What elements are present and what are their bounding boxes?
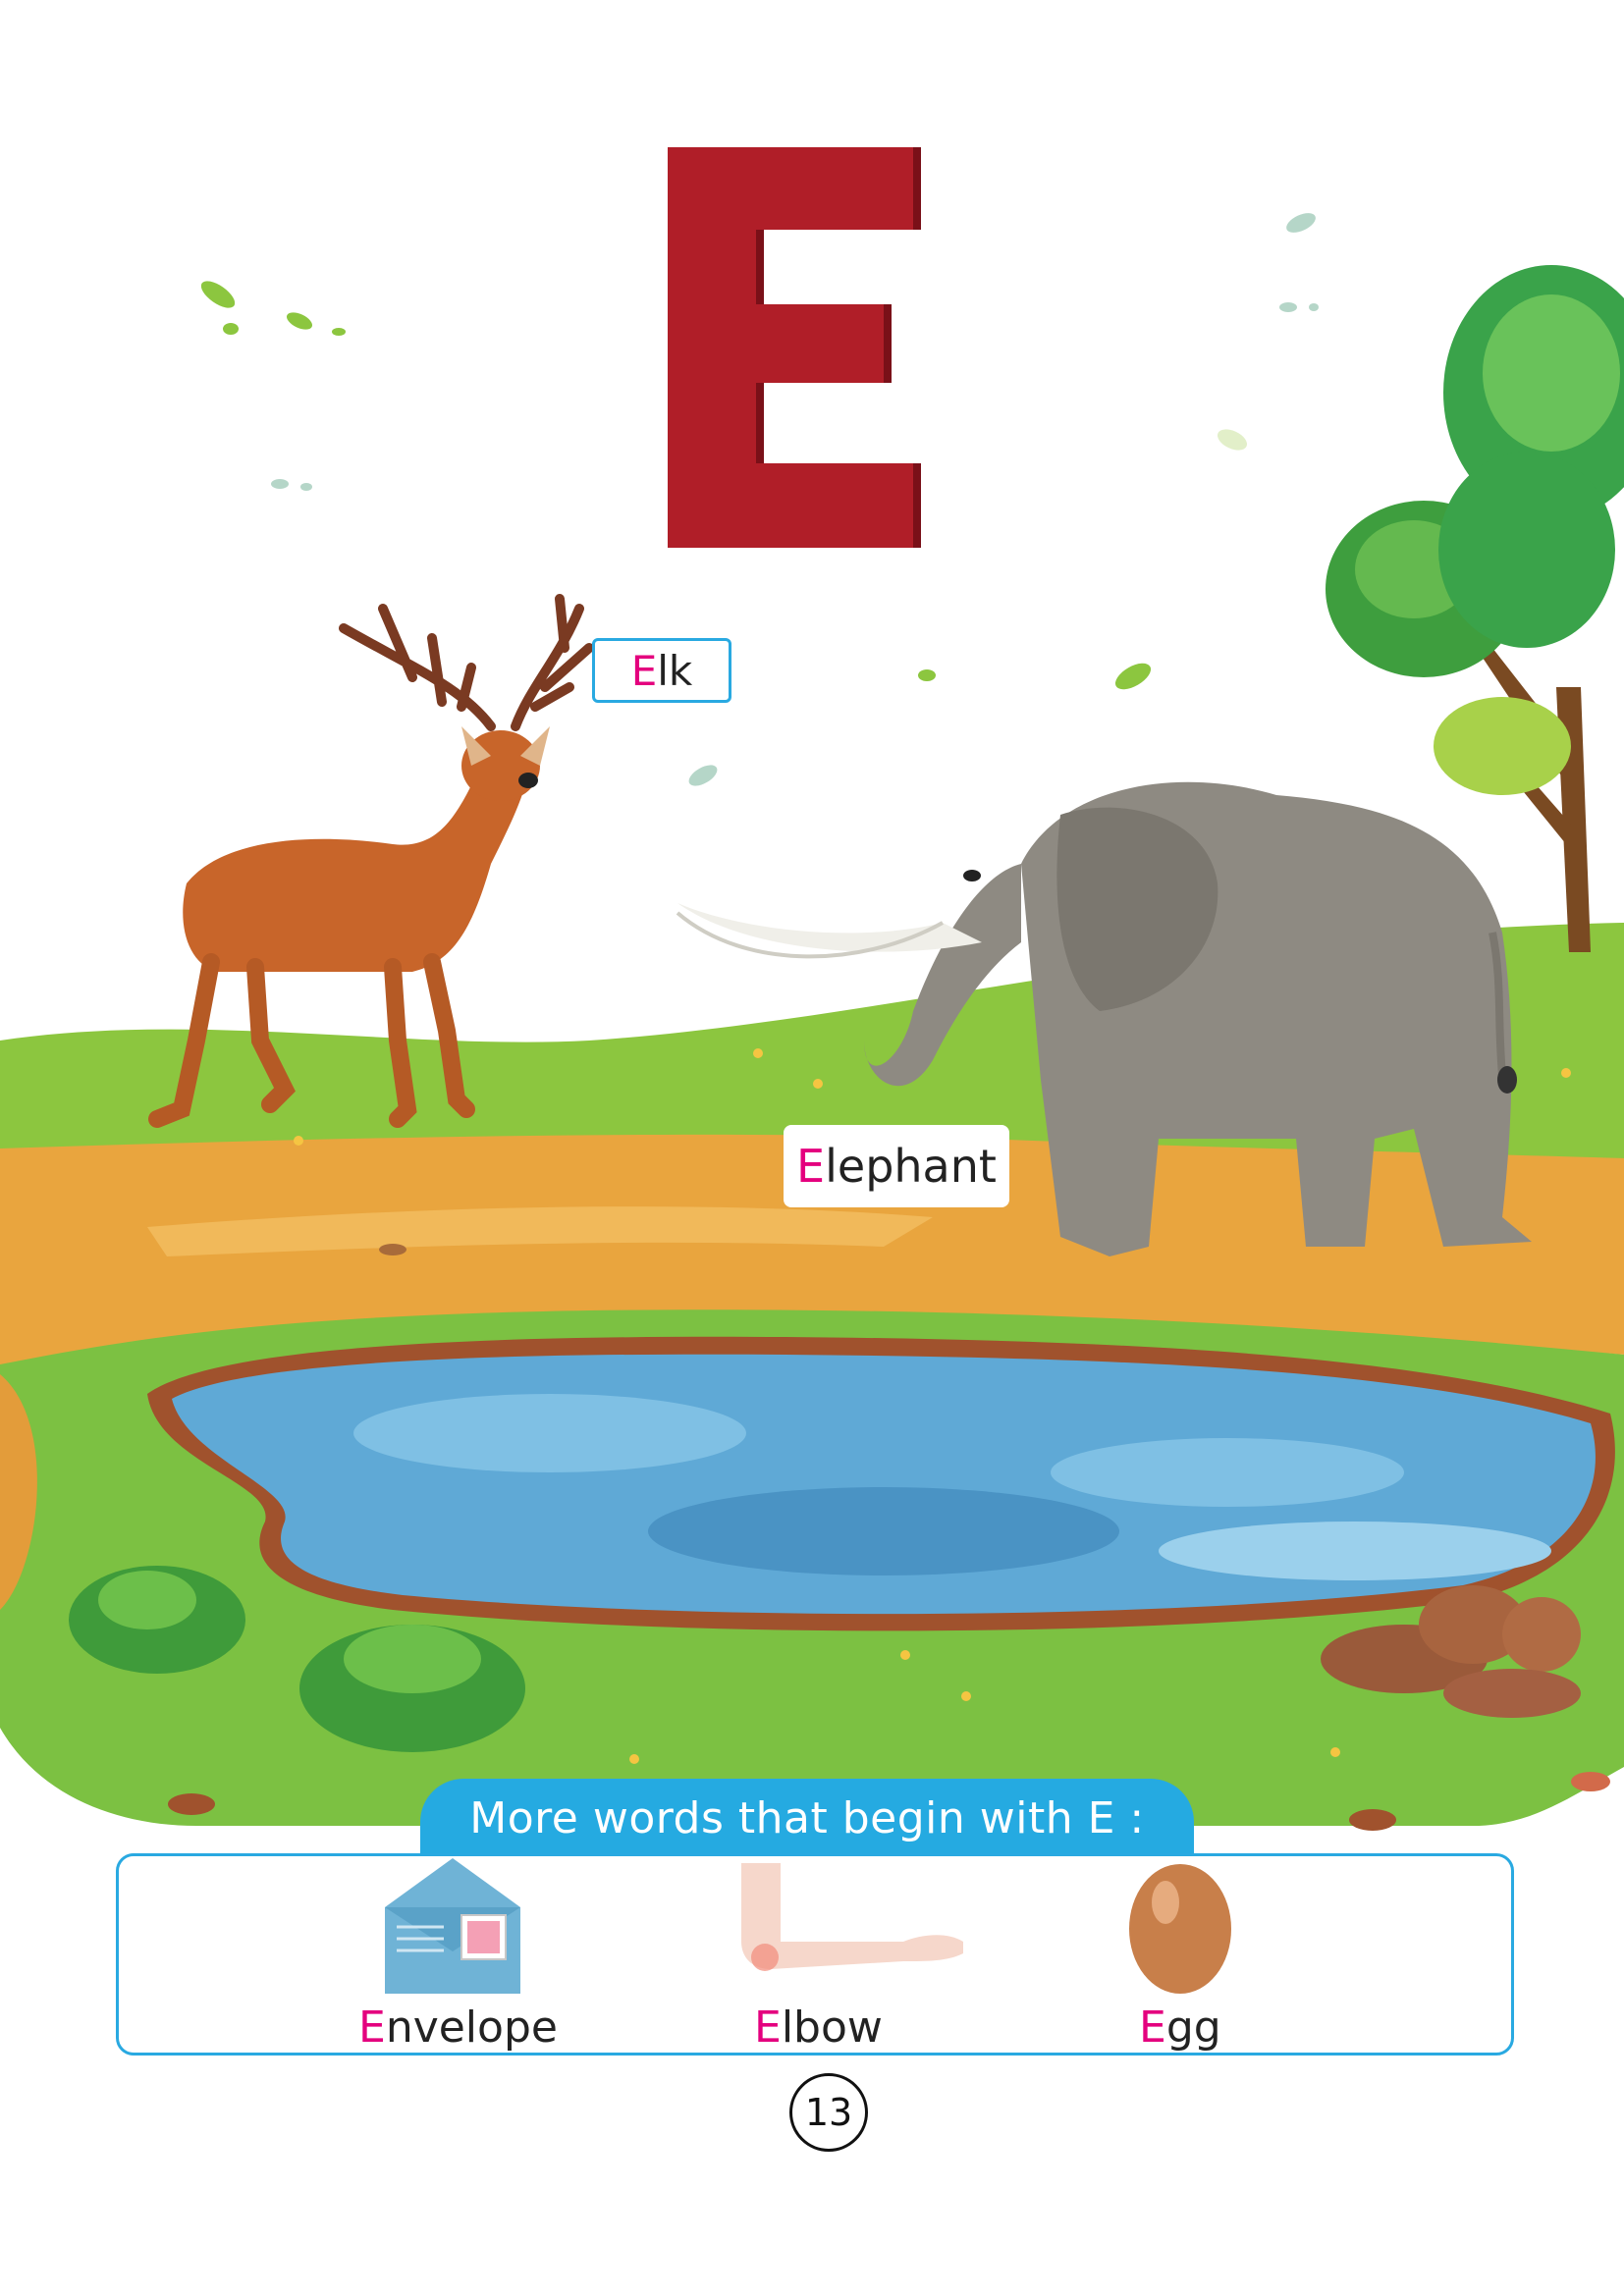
page-number: 13 <box>789 2073 868 2152</box>
tree-canopy-low <box>1434 697 1571 795</box>
word-elbow-first-letter: E <box>754 2002 782 2053</box>
word-elbow-rest: lbow <box>781 2002 883 2053</box>
word-elbow: Elbow <box>754 2002 883 2053</box>
word-egg-rest: gg <box>1165 2002 1221 2053</box>
rock-3 <box>1502 1597 1581 1672</box>
elk-label-rest: lk <box>657 646 693 695</box>
elk-label-first-letter: E <box>630 646 658 695</box>
word-envelope-first-letter: E <box>358 2002 386 2053</box>
elk-label: Elk <box>592 638 731 703</box>
word-envelope-rest: nvelope <box>385 2002 558 2053</box>
tree-canopy-mid <box>1438 452 1615 648</box>
elephant-label-first-letter: E <box>796 1140 826 1193</box>
big-letter-e <box>668 147 921 548</box>
envelope-icon <box>385 1858 520 1994</box>
word-egg: Egg <box>1139 2002 1221 2053</box>
egg-icon <box>1129 1864 1231 1994</box>
rock-4 <box>1443 1669 1581 1718</box>
word-envelope: Envelope <box>358 2002 558 2053</box>
elephant-label: Elephant <box>784 1125 1009 1207</box>
elephant-label-rest: lephant <box>825 1140 997 1193</box>
word-egg-first-letter: E <box>1139 2002 1166 2053</box>
elbow-icon <box>741 1863 963 1971</box>
more-words-heading: More words that begin with E : <box>420 1779 1194 1857</box>
alphabet-page: Elk Elephant More words that begin with … <box>0 0 1624 2296</box>
